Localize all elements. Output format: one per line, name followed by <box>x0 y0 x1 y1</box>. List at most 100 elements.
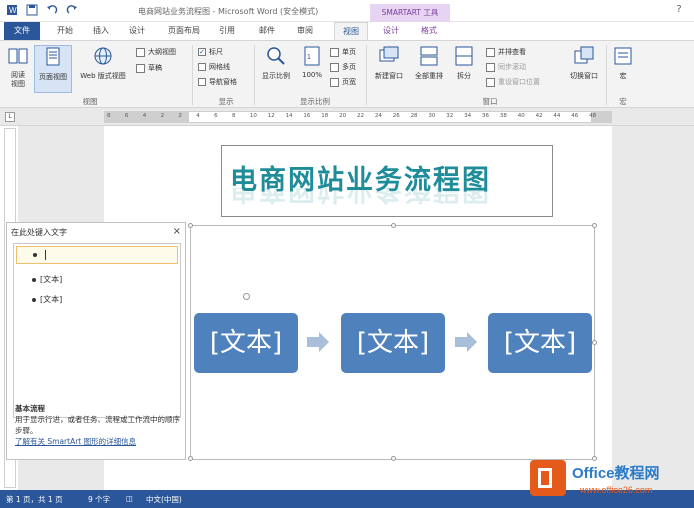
split-label: 拆分 <box>457 72 471 80</box>
smartart-box-2[interactable]: [文本] <box>341 313 445 373</box>
arrange-all-button[interactable]: 全部重排 <box>410 45 448 81</box>
book-icon <box>8 48 28 64</box>
window-group-label: 窗口 <box>482 97 498 106</box>
macros-group-label: 宏 <box>619 97 627 106</box>
gridlines-checkbox[interactable]: 网格线 <box>198 62 230 72</box>
ruler-tick: 2 <box>178 113 182 119</box>
read-mode-button[interactable]: 阅读 视图 <box>4 45 32 89</box>
ruler-tick: 10 <box>249 113 257 119</box>
zoom-100-button[interactable]: 1 100% <box>298 45 326 79</box>
ruler-tick: 22 <box>357 113 364 119</box>
help-button[interactable]: ? <box>672 4 686 18</box>
tab-design[interactable]: 设计 <box>122 22 152 40</box>
tab-layout[interactable]: 页面布局 <box>162 22 206 40</box>
horizontal-ruler[interactable]: 8 6 4 2 2 4 6 8 10 12 14 16 18 20 22 24 26 28 30 32 34 36 38 40… <box>104 111 612 123</box>
web-layout-button[interactable]: Web 版式视图 <box>74 45 132 81</box>
ruler-tick: 44 <box>553 113 561 119</box>
learn-more-link[interactable]: 了解有关 SmartArt 图形的详细信息 <box>15 436 183 447</box>
multi-page-label: 多页 <box>342 63 356 71</box>
rotate-handle[interactable] <box>243 293 250 300</box>
quick-access-toolbar: W <box>6 4 78 16</box>
ruler-checkbox[interactable]: ✓ 标尺 <box>198 47 223 57</box>
print-layout-button[interactable]: 页面视图 <box>34 45 72 93</box>
ruler-tick: 8 <box>232 113 236 119</box>
check-icon: ✓ <box>198 48 206 56</box>
resize-handle[interactable] <box>188 456 193 461</box>
checkbox-icon <box>198 63 206 71</box>
tab-view[interactable]: 视图 <box>334 22 368 40</box>
word-count[interactable]: 9 个字 <box>88 494 110 505</box>
nav-pane-checkbox[interactable]: 导航窗格 <box>198 77 237 87</box>
close-icon[interactable]: × <box>173 226 181 237</box>
tab-file[interactable]: 文件 <box>4 22 40 40</box>
tab-smartart-format[interactable]: 格式 <box>414 22 444 40</box>
proofing-icon[interactable]: ◫ <box>126 494 133 503</box>
draft-label: 草稿 <box>148 64 162 72</box>
web-layout-label: Web 版式视图 <box>80 72 126 80</box>
split-button[interactable]: 拆分 <box>450 45 478 81</box>
page-width-button[interactable]: 页宽 <box>330 77 356 87</box>
save-icon[interactable] <box>26 4 38 16</box>
text-pane-item-1[interactable] <box>16 246 178 264</box>
multi-page-button[interactable]: 多页 <box>330 62 356 72</box>
arrow-right-icon <box>455 332 477 352</box>
sync-scroll-button[interactable]: 同步滚动 <box>486 62 526 72</box>
ruler-tick: 28 <box>410 113 418 119</box>
page-width-label: 页宽 <box>342 78 356 86</box>
tab-insert[interactable]: 插入 <box>86 22 116 40</box>
resize-handle[interactable] <box>188 223 193 228</box>
tab-mailings[interactable]: 邮件 <box>252 22 282 40</box>
ruler-tick: 36 <box>482 113 489 119</box>
ruler-tick: 26 <box>392 113 400 119</box>
magnifier-icon <box>267 47 285 65</box>
draft-button[interactable]: 草稿 <box>136 63 162 73</box>
arrange-all-icon <box>420 46 438 66</box>
tab-review[interactable]: 审阅 <box>290 22 320 40</box>
outline-icon <box>136 47 145 57</box>
ribbon-separator <box>606 45 607 105</box>
redo-icon[interactable] <box>66 4 78 16</box>
reset-position-button[interactable]: 重设窗口位置 <box>486 77 540 87</box>
language-indicator[interactable]: 中文(中国) <box>146 494 182 505</box>
tab-references[interactable]: 引用 <box>212 22 242 40</box>
page-count[interactable]: 第 1 页，共 1 页 <box>6 494 63 505</box>
smartart-text-pane: 在此处键入文字 × [文本] [文本] 基本流程 用于显示行进，或者任务、流程或… <box>6 222 186 460</box>
views-group-label: 视图 <box>82 97 98 106</box>
zoom-button[interactable]: 显示比例 <box>258 45 294 81</box>
office-logo-icon: Office教程网 www.office26.com <box>530 460 660 496</box>
smartart-box-3[interactable]: [文本] <box>488 313 592 373</box>
split-icon <box>455 46 473 66</box>
ruler-tick: 24 <box>374 113 382 119</box>
undo-icon[interactable] <box>46 4 58 16</box>
bullet-icon <box>33 253 37 257</box>
switch-windows-button[interactable]: 切换窗口 <box>564 45 604 81</box>
new-window-button[interactable]: 新建窗口 <box>370 45 408 81</box>
tab-selector[interactable]: L <box>5 112 15 122</box>
macros-icon <box>614 47 632 65</box>
ruler-tick: 46 <box>571 113 579 119</box>
text-pane-item-3[interactable]: [文本] <box>32 294 62 305</box>
ruler-tick: 32 <box>446 113 454 119</box>
resize-handle[interactable] <box>592 223 597 228</box>
macros-button[interactable]: 宏 <box>610 45 636 81</box>
text-pane-list: [文本] [文本] <box>13 243 181 418</box>
resize-handle[interactable] <box>391 223 396 228</box>
tab-home[interactable]: 开始 <box>50 22 80 40</box>
reset-position-icon <box>486 77 495 87</box>
macros-label: 宏 <box>619 72 627 80</box>
multi-page-icon <box>330 62 339 72</box>
ribbon-tabs: 文件 开始 插入 设计 页面布局 引用 邮件 审阅 视图 设计 格式 <box>0 22 694 40</box>
tab-smartart-design[interactable]: 设计 <box>376 22 406 40</box>
side-by-side-label: 并排查看 <box>498 48 526 56</box>
new-window-label: 新建窗口 <box>375 72 403 80</box>
globe-icon <box>94 47 112 65</box>
bullet-icon <box>32 277 36 282</box>
side-by-side-button[interactable]: 并排查看 <box>486 47 526 57</box>
one-page-button[interactable]: 单页 <box>330 47 356 57</box>
text-pane-item-2[interactable]: [文本] <box>32 274 62 285</box>
resize-handle[interactable] <box>592 340 597 345</box>
ribbon: 阅读 视图 页面视图 Web 版式视图 大纲视图 草稿 视图 ✓ 标尺 网格线 导… <box>0 40 694 108</box>
outline-button[interactable]: 大纲视图 <box>136 47 176 57</box>
smartart-box-1[interactable]: [文本] <box>194 313 298 373</box>
resize-handle[interactable] <box>391 456 396 461</box>
